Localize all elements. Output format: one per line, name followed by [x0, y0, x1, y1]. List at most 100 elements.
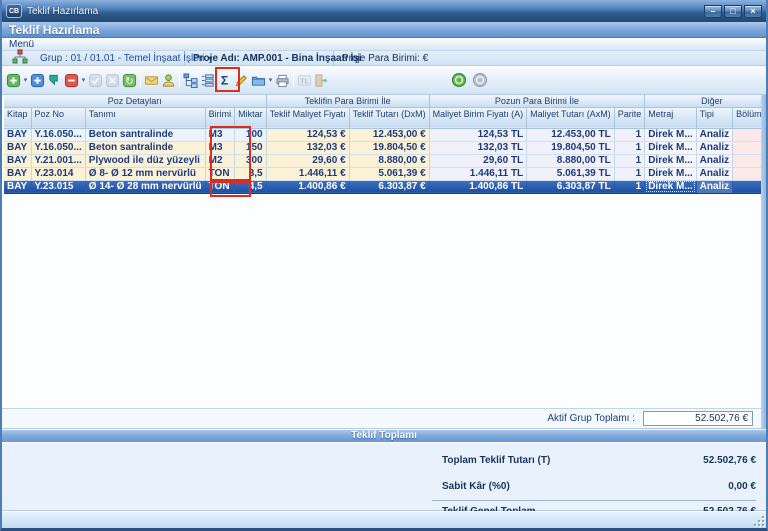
- grid-cell[interactable]: 6.303,87 €: [349, 180, 429, 193]
- print-button[interactable]: [274, 70, 291, 90]
- grid-cell[interactable]: Y.23.014: [31, 167, 85, 180]
- grid-cell[interactable]: 8.880,00 €: [349, 154, 429, 167]
- add-button[interactable]: [5, 70, 22, 90]
- grid-cell[interactable]: 1: [614, 167, 645, 180]
- grid-cell[interactable]: BAY: [4, 180, 31, 193]
- nav-green-button[interactable]: [450, 70, 467, 90]
- grid-cell[interactable]: 100: [235, 128, 267, 141]
- grid-cell[interactable]: 5.061,39 TL: [527, 167, 615, 180]
- grid-cell[interactable]: 29,60 €: [266, 154, 349, 167]
- grid-cell[interactable]: 8.880,00 TL: [527, 154, 615, 167]
- grid-cell[interactable]: 124,53 €: [266, 128, 349, 141]
- column-header-2[interactable]: Poz No: [31, 107, 85, 128]
- grid-row[interactable]: BAYY.23.014Ø 8- Ø 12 mm nervürlüTON3,51.…: [4, 167, 768, 180]
- grid-cell[interactable]: BAY: [4, 128, 31, 141]
- grid-row[interactable]: BAYY.23.015Ø 14- Ø 28 mm nervürlüTON4,51…: [4, 180, 768, 193]
- grid-cell[interactable]: M3: [205, 141, 235, 154]
- column-header-4[interactable]: Birimi: [205, 107, 235, 128]
- close-button[interactable]: ×: [744, 5, 762, 18]
- grid-cell[interactable]: 1.400,86 TL: [429, 180, 527, 193]
- column-header-6[interactable]: Teklif Maliyet Fiyatı: [266, 107, 349, 128]
- tree-list-button[interactable]: [199, 70, 216, 90]
- grid-row[interactable]: BAYY.21.001...Plywood ile düz yüzeyliM23…: [4, 154, 768, 167]
- grid-cell[interactable]: TON: [205, 167, 235, 180]
- send-button[interactable]: [143, 70, 160, 90]
- sum-button[interactable]: Σ: [216, 70, 233, 90]
- grid-cell[interactable]: 6.303,87 TL: [527, 180, 615, 193]
- grid-cell[interactable]: 12.453,00 €: [349, 128, 429, 141]
- grid-cell[interactable]: Y.23.015: [31, 180, 85, 193]
- column-header-7[interactable]: Teklif Tutarı (DxM): [349, 107, 429, 128]
- grid-cell[interactable]: 1.446,11 €: [266, 167, 349, 180]
- grid-cell[interactable]: Ø 8- Ø 12 mm nervürlü: [85, 167, 205, 180]
- grid-cell[interactable]: Analiz: [696, 128, 732, 141]
- column-header-1[interactable]: Kitap: [4, 107, 31, 128]
- tree-structure-button[interactable]: [182, 70, 199, 90]
- grid-cell[interactable]: Ø 14- Ø 28 mm nervürlü: [85, 180, 205, 193]
- grid-cell[interactable]: 300: [235, 154, 267, 167]
- minimize-button[interactable]: –: [704, 5, 722, 18]
- grid-cell[interactable]: Y.21.001...: [31, 154, 85, 167]
- remove-dropdown-icon[interactable]: ▾: [80, 76, 87, 84]
- resize-grip[interactable]: [754, 516, 764, 526]
- active-group-total-value[interactable]: 52.502,76 €: [643, 411, 753, 426]
- column-header-9[interactable]: Maliyet Tutarı (AxM): [527, 107, 615, 128]
- grid-cell[interactable]: 124,53 TL: [429, 128, 527, 141]
- grid-cell[interactable]: 132,03 TL: [429, 141, 527, 154]
- grid-cell[interactable]: Analiz: [696, 167, 732, 180]
- grid-cell[interactable]: 1.400,86 €: [266, 180, 349, 193]
- grid-cell[interactable]: M3: [205, 128, 235, 141]
- add-alt-button[interactable]: [29, 70, 46, 90]
- remove-button[interactable]: [63, 70, 80, 90]
- column-header-5[interactable]: Miktar: [235, 107, 267, 128]
- grid-cell[interactable]: Direk M...: [645, 154, 696, 167]
- grid-cell[interactable]: Analiz: [696, 154, 732, 167]
- grid-cell[interactable]: 19.804,50 TL: [527, 141, 615, 154]
- grid-cell[interactable]: 1: [614, 128, 645, 141]
- group-selector[interactable]: Grup : 01 / 01.01 - Temel İnşaat İşleri …: [2, 51, 185, 65]
- column-header-12[interactable]: Tipi: [696, 107, 732, 128]
- grid-cell[interactable]: Direk M...: [645, 180, 696, 193]
- open-dropdown-icon[interactable]: ▾: [267, 76, 274, 84]
- grid-cell[interactable]: Direk M...: [645, 141, 696, 154]
- grid-cell[interactable]: BAY: [4, 154, 31, 167]
- grid-cell[interactable]: M2: [205, 154, 235, 167]
- grid-cell[interactable]: 1: [614, 154, 645, 167]
- grid-cell[interactable]: Direk M...: [645, 167, 696, 180]
- grid-cell[interactable]: 4,5: [235, 180, 267, 193]
- add-dropdown-icon[interactable]: ▾: [22, 76, 29, 84]
- grid-row[interactable]: BAYY.16.050...Beton santralindeM3150132,…: [4, 141, 768, 154]
- column-header-11[interactable]: Metraj: [645, 107, 696, 128]
- grid-cell[interactable]: 5.061,39 €: [349, 167, 429, 180]
- column-header-8[interactable]: Maliyet Birim Fiyatı (A): [429, 107, 527, 128]
- grid-cell[interactable]: Direk M...: [645, 128, 696, 141]
- grid-cell[interactable]: 132,03 €: [266, 141, 349, 154]
- grid-cell[interactable]: 1.446,11 TL: [429, 167, 527, 180]
- grid-cell[interactable]: 29,60 TL: [429, 154, 527, 167]
- grid-cell[interactable]: 19.804,50 €: [349, 141, 429, 154]
- grid-cell[interactable]: TON: [205, 180, 235, 193]
- grid-cell[interactable]: 3,5: [235, 167, 267, 180]
- insert-button[interactable]: [46, 70, 63, 90]
- grid-cell[interactable]: 1: [614, 180, 645, 193]
- column-header-3[interactable]: Tanımı: [85, 107, 205, 128]
- grid-cell[interactable]: 1: [614, 141, 645, 154]
- grid-cell[interactable]: 12.453,00 TL: [527, 128, 615, 141]
- grid-cell[interactable]: Plywood ile düz yüzeyli: [85, 154, 205, 167]
- grid-row[interactable]: BAYY.16.050...Beton santralindeM3100124,…: [4, 128, 768, 141]
- grid-cell[interactable]: Analiz: [696, 180, 732, 193]
- grid-cell[interactable]: Y.16.050...: [31, 141, 85, 154]
- open-button[interactable]: [250, 70, 267, 90]
- assign-button[interactable]: [160, 70, 177, 90]
- grid-cell[interactable]: BAY: [4, 141, 31, 154]
- edit-button[interactable]: [233, 70, 250, 90]
- grid-cell[interactable]: Analiz: [696, 141, 732, 154]
- refresh-button[interactable]: ↻: [121, 70, 138, 90]
- grid-cell[interactable]: Y.16.050...: [31, 128, 85, 141]
- vertical-scrollbar[interactable]: [761, 95, 766, 429]
- grid-cell[interactable]: Beton santralinde: [85, 128, 205, 141]
- grid-cell[interactable]: Beton santralinde: [85, 141, 205, 154]
- grid-cell[interactable]: 150: [235, 141, 267, 154]
- grid-cell[interactable]: BAY: [4, 167, 31, 180]
- column-header-10[interactable]: Parite: [614, 107, 645, 128]
